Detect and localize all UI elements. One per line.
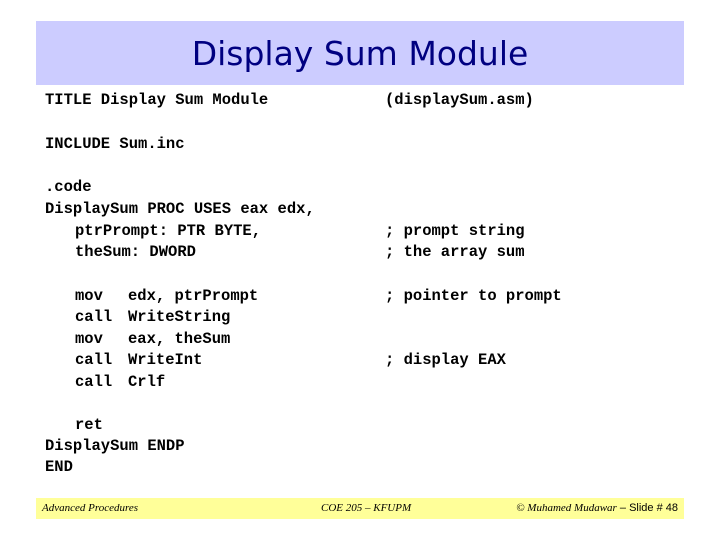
code-param-1-comment: ; prompt string [385,222,525,240]
code-proc-line: DisplaySum PROC USES eax edx, [45,200,315,218]
instr-op: mov [75,330,103,348]
slide-title-box: Display Sum Module [36,21,684,85]
code-param-1: ptrPrompt: PTR BYTE, [75,222,262,240]
instr-op: mov [75,287,103,305]
instr-comment: ; display EAX [385,351,506,369]
instr-args: Crlf [128,373,166,391]
footer-author: © Muhamed Mudawar [516,502,617,514]
instr-op: call [75,351,113,369]
slide-title: Display Sum Module [191,33,529,73]
code-file-comment: (displaySum.asm) [385,91,534,109]
footer-slide-number: – Slide # 48 [616,502,678,514]
code-ret-line: ret [75,416,103,434]
instr-op: call [75,373,113,391]
code-title-line: TITLE Display Sum Module [45,91,269,109]
instr-args: WriteInt [128,351,203,369]
instr-comment: ; pointer to prompt [385,287,562,305]
instr-args: WriteString [128,308,231,326]
code-param-2-comment: ; the array sum [385,243,525,261]
footer-course: COE 205 – KFUPM [321,502,412,514]
code-include-line: INCLUDE Sum.inc [45,135,185,153]
instr-args: edx, ptrPrompt [128,287,259,305]
instr-op: call [75,308,113,326]
footer-slide-info: © Muhamed Mudawar – Slide # 48 [516,502,678,514]
code-param-2: theSum: DWORD [75,243,196,261]
instr-args: eax, theSum [128,330,231,348]
code-endp-line: DisplaySum ENDP [45,437,185,455]
footer-topic: Advanced Procedures [42,502,139,514]
code-end-line: END [45,458,73,476]
slide-footer: Advanced Procedures COE 205 – KFUPM © Mu… [36,498,684,519]
code-directive: .code [45,178,92,196]
